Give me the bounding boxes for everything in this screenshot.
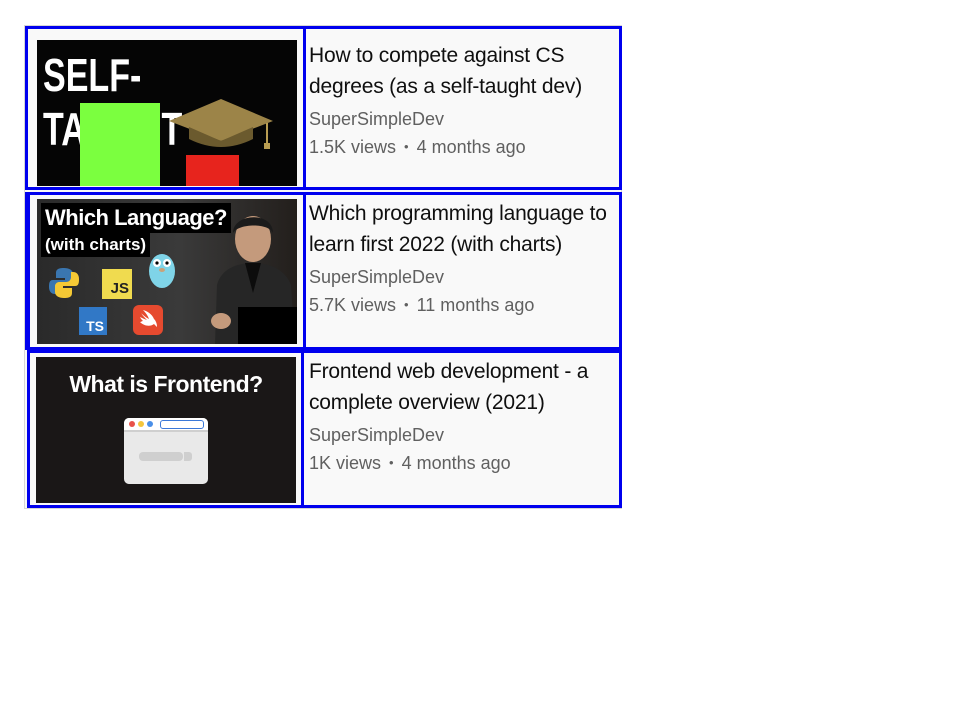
upload-age: 4 months ago <box>416 137 526 157</box>
thumbnail-green-bar <box>80 103 160 186</box>
thumbnail-overlay <box>238 307 297 344</box>
python-logo-icon <box>49 268 79 298</box>
channel-name[interactable]: SuperSimpleDev <box>309 264 621 290</box>
upload-age: 11 months ago <box>416 295 535 315</box>
channel-name[interactable]: SuperSimpleDev <box>309 106 619 132</box>
meta-separator: • <box>404 139 409 154</box>
video-title[interactable]: Frontend web development - a complete ov… <box>309 356 621 418</box>
graduation-cap-icon <box>169 99 273 149</box>
video-thumbnail: Which Language? (with charts) JS TS <box>37 199 297 344</box>
thumbnail-headline: Which Language? <box>41 203 231 233</box>
swift-logo-icon <box>133 305 163 335</box>
typescript-logo-icon: TS <box>79 307 107 335</box>
thumbnail-red-bar <box>186 155 239 186</box>
video-meta: 5.7K views • 11 months ago <box>309 290 621 320</box>
video-info: How to compete against CS degrees (as a … <box>309 40 619 162</box>
video-thumbnail: SELF-TAUGHT <box>37 40 297 186</box>
video-card[interactable]: What is Frontend? Frontend web developme… <box>27 350 622 508</box>
video-meta: 1K views • 4 months ago <box>309 448 621 478</box>
upload-age: 4 months ago <box>401 453 511 473</box>
video-card[interactable]: SELF-TAUGHT How to compete against CS de… <box>25 26 622 190</box>
video-title[interactable]: Which programming language to learn firs… <box>309 198 621 260</box>
related-videos-list: SELF-TAUGHT How to compete against CS de… <box>24 25 622 509</box>
view-count: 1.5K views <box>309 137 397 157</box>
video-thumbnail: What is Frontend? <box>36 357 296 503</box>
video-thumbnail-link[interactable]: Which Language? (with charts) JS TS <box>27 192 306 350</box>
view-count: 5.7K views <box>309 295 397 315</box>
video-info: Which programming language to learn firs… <box>309 198 621 320</box>
thumbnail-subheadline: (with charts) <box>41 233 151 257</box>
javascript-logo-icon: JS <box>102 269 132 299</box>
browser-window-icon <box>124 418 208 484</box>
video-title[interactable]: How to compete against CS degrees (as a … <box>309 40 619 102</box>
video-meta: 1.5K views • 4 months ago <box>309 132 619 162</box>
video-thumbnail-link[interactable]: What is Frontend? <box>27 350 304 508</box>
video-thumbnail-link[interactable]: SELF-TAUGHT <box>25 26 306 190</box>
view-count: 1K views <box>309 453 382 473</box>
go-gopher-icon <box>149 254 175 288</box>
thumbnail-headline: What is Frontend? <box>69 371 263 397</box>
video-card[interactable]: Which Language? (with charts) JS TS Whic… <box>25 192 622 350</box>
video-info: Frontend web development - a complete ov… <box>309 356 621 478</box>
meta-separator: • <box>404 297 409 312</box>
channel-name[interactable]: SuperSimpleDev <box>309 422 621 448</box>
meta-separator: • <box>389 455 394 470</box>
